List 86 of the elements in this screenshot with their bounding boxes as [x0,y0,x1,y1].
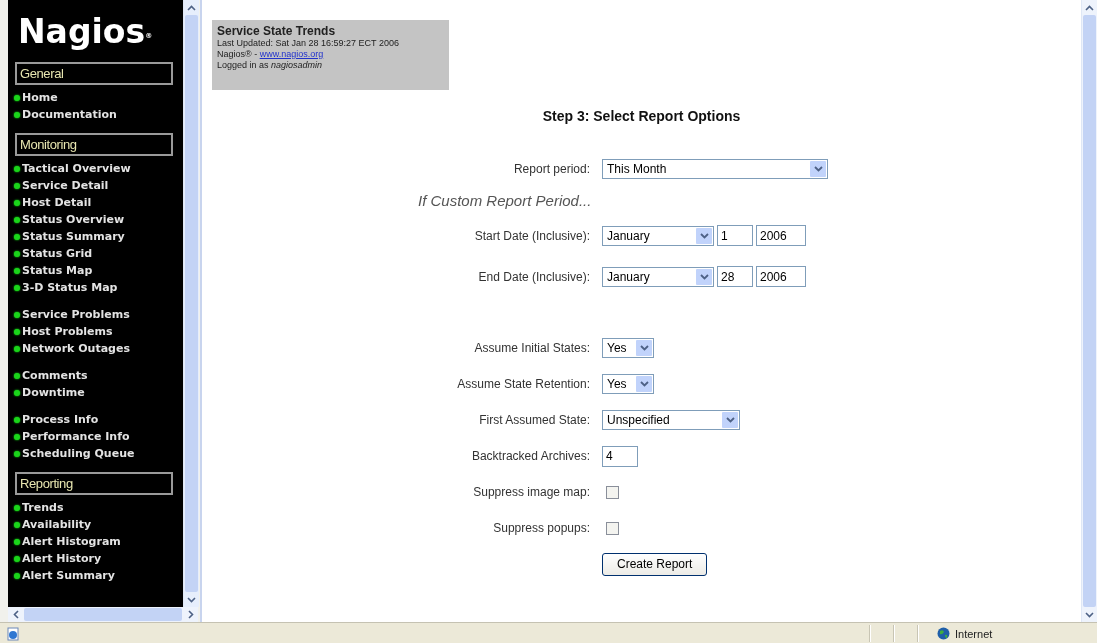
field-label: Backtracked Archives: [471,449,590,463]
bullet-icon [14,233,20,240]
bullet-icon [14,555,20,562]
nagios-logo: Nagios$^{®}$ [18,12,153,52]
section-heading: General [15,62,173,85]
sidebar-link[interactable]: Performance Info [14,428,183,445]
scrollbar[interactable] [183,0,199,607]
bullet-icon [14,538,20,545]
dropdown[interactable]: January [602,225,714,246]
bullet-icon [14,216,20,223]
day-field[interactable]: 28 [717,266,753,287]
dropdown[interactable]: This Month [602,158,828,179]
bullet-icon [14,521,20,528]
dropdown[interactable]: January [602,266,714,287]
sidebar-link[interactable]: 3-D Status Map [14,279,183,296]
sidebar-link[interactable]: Network Outages [14,340,183,357]
sidebar-link[interactable]: Tactical Overview [14,160,183,177]
bullet-icon [14,311,20,318]
create-report-button[interactable]: Create Report [602,552,708,576]
bullet-icon [14,328,20,335]
sidebar-link[interactable]: Host Problems [14,323,183,340]
field-label: Assume State Retention: [457,377,590,391]
checkbox[interactable] [606,521,619,535]
report-title: Service State Trends [217,24,337,38]
sidebar-link[interactable]: Documentation [14,106,183,123]
bullet-icon [14,504,20,511]
dropdown[interactable]: Unspecified [602,410,740,430]
globe-icon [937,627,950,640]
bullet-icon [14,450,20,457]
scrollbar[interactable] [8,607,198,622]
sidebar-link[interactable]: Trends [14,499,183,516]
sidebar-link[interactable]: Alert Summary [14,567,183,584]
website-link[interactable]: www.nagios.org [259,49,324,59]
sidebar-link[interactable]: Process Info [14,411,183,428]
bullet-icon [14,94,20,101]
input-field[interactable]: 4 [602,445,638,467]
field-label: Report period: [513,161,590,176]
last-updated-text: Last Updated: Sat Jan 28 16:59:27 ECT 2006 [217,38,400,49]
bullet-icon [14,111,20,118]
bullet-icon [14,267,20,274]
bullet-icon [14,199,20,206]
field-label: Suppress popups: [493,521,590,535]
field-label: Suppress image map: [473,485,590,499]
sidebar-link[interactable]: Downtime [14,384,183,401]
sidebar-link[interactable]: Home [14,89,183,106]
year-field[interactable]: 2006 [756,266,806,287]
page-icon [6,626,20,641]
brand-text: Nagios® - www.nagios.org [217,49,325,60]
sidebar-link[interactable]: Alert Histogram [14,533,183,550]
sidebar-link[interactable]: Scheduling Queue [14,445,183,462]
form-heading: Step 3: Select Report Options [541,108,742,124]
field-label: End Date (Inclusive): [478,269,590,284]
section-subheading: If Custom Report Period... [417,190,593,211]
sidebar-link[interactable]: Status Map [14,262,183,279]
zone-label: Internet [955,627,993,640]
section-heading: Monitoring [15,133,173,156]
sidebar-link[interactable]: Status Grid [14,245,183,262]
section-heading: Reporting [15,472,173,495]
bullet-icon [14,372,20,379]
sidebar-link[interactable]: Host Detail [14,194,183,211]
sidebar-link[interactable]: Service Problems [14,306,183,323]
year-field[interactable]: 2006 [756,225,806,246]
field-label: Start Date (Inclusive): [474,228,590,243]
bullet-icon [14,416,20,423]
sidebar-link[interactable]: Alert History [14,550,183,567]
day-field[interactable]: 1 [717,225,753,246]
bullet-icon [14,572,20,579]
bullet-icon [14,433,20,440]
dropdown[interactable]: Yes [602,338,654,358]
sidebar-link[interactable]: Status Summary [14,228,183,245]
bullet-icon [14,284,20,291]
bullet-icon [14,345,20,352]
sidebar-link[interactable]: Comments [14,367,183,384]
bullet-icon [14,250,20,257]
bullet-icon [14,389,20,396]
checkbox[interactable] [606,485,619,499]
field-label: Assume Initial States: [474,341,590,355]
bullet-icon [14,182,20,189]
sidebar-link[interactable]: Service Detail [14,177,183,194]
sidebar-link[interactable]: Status Overview [14,211,183,228]
bullet-icon [14,165,20,172]
scrollbar[interactable] [1081,0,1097,622]
login-text: Logged in as nagiosadmin [217,60,324,71]
dropdown[interactable]: Yes [602,374,654,394]
sidebar-link[interactable]: Availability [14,516,183,533]
field-label: First Assumed State: [479,413,590,427]
